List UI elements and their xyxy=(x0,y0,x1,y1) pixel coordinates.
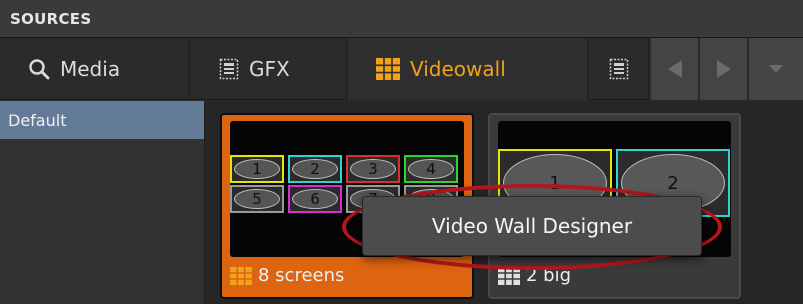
triangle-left-icon xyxy=(666,59,684,79)
tab-label: Videowall xyxy=(410,57,506,81)
thumbnail-label: 2 big xyxy=(498,265,571,286)
grid-icon xyxy=(376,58,400,80)
scroll-tabs-right-button[interactable] xyxy=(699,38,747,100)
screen-cell: 6 xyxy=(288,185,342,213)
screen-cell: 5 xyxy=(230,185,284,213)
gfx-icon xyxy=(219,58,239,80)
screen-cell: 3 xyxy=(346,155,400,183)
scroll-tabs-left-button[interactable] xyxy=(650,38,698,100)
sidebar: Default xyxy=(0,101,205,304)
gfx-icon xyxy=(609,58,629,80)
panel-title: SOURCES xyxy=(10,10,92,28)
grid-icon xyxy=(498,266,520,285)
tab-label: Media xyxy=(60,57,121,81)
chevron-down-icon xyxy=(768,63,784,75)
tab-overflow[interactable] xyxy=(589,38,649,100)
tab-media[interactable]: Media xyxy=(0,38,190,100)
tab-label: GFX xyxy=(249,57,290,81)
triangle-right-icon xyxy=(715,59,733,79)
screen-number: 1 xyxy=(234,159,280,179)
context-menu: Video Wall Designer xyxy=(362,196,702,256)
menu-item-video-wall-designer[interactable]: Video Wall Designer xyxy=(432,214,632,238)
screen-number: 6 xyxy=(292,189,338,209)
screen-number: 5 xyxy=(234,189,280,209)
screen-cell: 2 xyxy=(288,155,342,183)
thumbnail-label: 8 screens xyxy=(230,265,344,286)
tab-gfx[interactable]: GFX xyxy=(191,38,347,100)
tab-videowall[interactable]: Videowall xyxy=(348,38,588,100)
grid-icon xyxy=(230,266,252,285)
screen-cell: 4 xyxy=(404,155,458,183)
sources-panel-header: SOURCES xyxy=(0,0,803,38)
search-icon xyxy=(28,58,50,80)
screen-number: 3 xyxy=(350,159,396,179)
screen-cell: 1 xyxy=(230,155,284,183)
tab-list-dropdown-button[interactable] xyxy=(748,38,803,100)
thumbnail-title: 8 screens xyxy=(258,265,345,286)
screen-number: 4 xyxy=(408,159,454,179)
sidebar-item-default[interactable]: Default xyxy=(0,101,204,139)
thumbnail-title: 2 big xyxy=(526,265,572,286)
screen-number: 2 xyxy=(292,159,338,179)
source-tabs: Media GFX Videowall xyxy=(0,38,803,100)
